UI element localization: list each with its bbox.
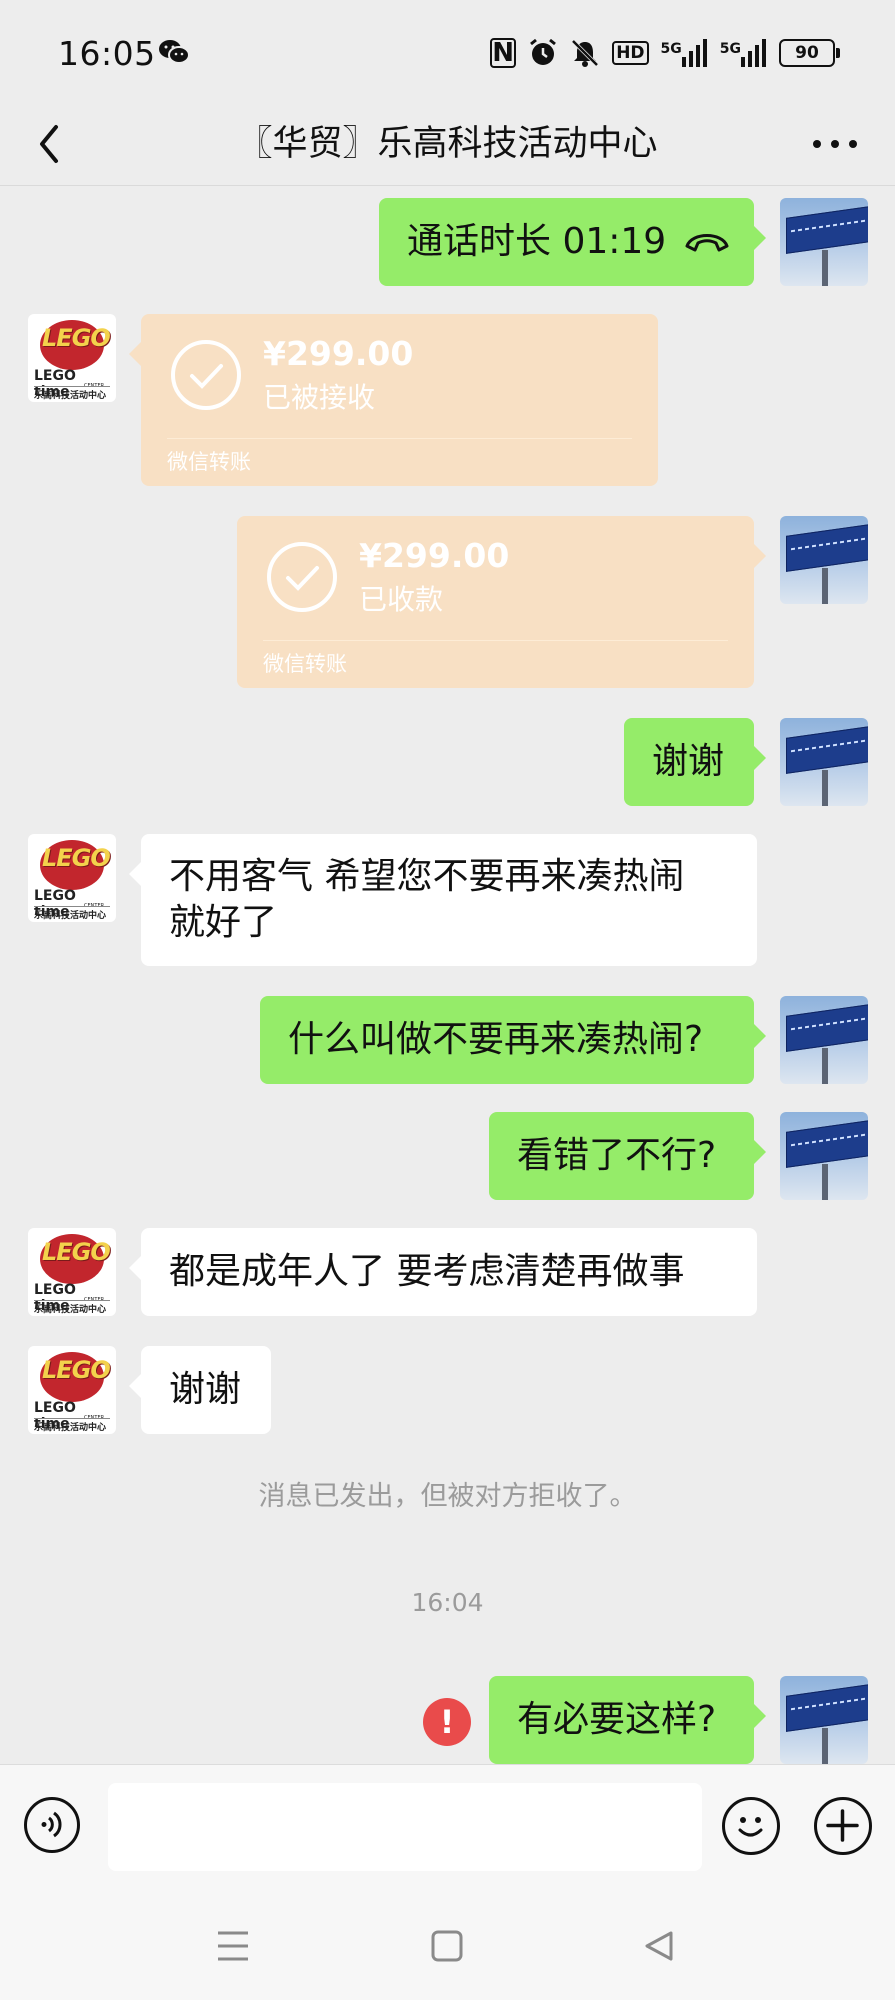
message-text: 看错了不行? <box>517 1135 717 1176</box>
message-text: 都是成年人了 要考虑清楚再做事 <box>169 1251 685 1292</box>
message-bubble[interactable]: 什么叫做不要再来凑热闹? <box>260 996 766 1084</box>
status-bar: 16:05 N HD 5G 5G 90 <box>0 0 895 105</box>
signal-icon: 5G <box>661 39 708 67</box>
alarm-icon <box>530 38 557 65</box>
plus-icon[interactable] <box>814 1797 872 1855</box>
check-icon <box>171 340 241 410</box>
transfer-card[interactable]: ¥299.00 已收款 微信转账 <box>237 516 766 688</box>
error-icon[interactable]: ! <box>423 1698 471 1746</box>
my-avatar[interactable] <box>780 198 868 286</box>
message-input[interactable] <box>108 1783 702 1871</box>
my-avatar[interactable] <box>780 996 868 1084</box>
message-bubble[interactable]: 谢谢 <box>624 718 766 806</box>
message-text: 什么叫做不要再来凑热闹? <box>288 1019 704 1060</box>
transfer-footer: 微信转账 <box>167 450 251 474</box>
check-icon <box>267 542 337 612</box>
call-bubble[interactable]: 通话时长 01:19 <box>379 198 766 286</box>
battery-icon: 90 <box>779 39 840 67</box>
hd-icon: HD <box>612 41 649 65</box>
transfer-status: 已被接收 <box>263 381 376 414</box>
status-icons: N HD 5G 5G 90 <box>490 34 840 72</box>
input-bar <box>0 1764 895 1895</box>
timestamp: 16:04 <box>411 1588 484 1617</box>
message-list[interactable]: 通话时长 01:19 LEGO LEGO time CENTER 乐高科技活动中… <box>0 186 895 1764</box>
system-notice: 消息已发出，但被对方拒收了。 <box>258 1481 637 1512</box>
my-avatar[interactable] <box>780 516 868 604</box>
message-bubble[interactable]: 看错了不行? <box>489 1112 766 1200</box>
transfer-card[interactable]: ¥299.00 已被接收 微信转账 <box>129 314 658 486</box>
transfer-amount: ¥299.00 <box>263 334 414 373</box>
my-avatar[interactable] <box>780 1676 868 1764</box>
message-bubble[interactable]: 都是成年人了 要考虑清楚再做事 <box>129 1228 757 1316</box>
chat-title: 〖华贸〗乐高科技活动中心 <box>237 124 658 164</box>
phone-icon <box>685 234 729 252</box>
status-time: 16:05 <box>58 34 156 73</box>
home-icon[interactable] <box>431 1930 463 1962</box>
contact-avatar[interactable]: LEGO LEGO time CENTER 乐高科技活动中心 <box>28 834 116 922</box>
message-bubble[interactable]: 不用客气 希望您不要再来凑热闹 就好了 <box>129 834 757 966</box>
nfc-icon: N <box>490 38 517 68</box>
message-text: 有必要这样? <box>517 1699 717 1740</box>
signal-icon: 5G <box>720 39 767 67</box>
message-bubble[interactable]: 谢谢 <box>129 1346 271 1434</box>
contact-avatar[interactable]: LEGO LEGO time CENTER 乐高科技活动中心 <box>28 314 116 402</box>
more-icon[interactable] <box>805 119 865 169</box>
contact-avatar[interactable]: LEGO LEGO time CENTER 乐高科技活动中心 <box>28 1346 116 1434</box>
back-triangle-icon[interactable] <box>643 1930 675 1962</box>
message-text: 就好了 <box>169 902 278 943</box>
voice-icon[interactable] <box>24 1797 80 1853</box>
message-text: 谢谢 <box>169 1369 242 1410</box>
transfer-amount: ¥299.00 <box>359 536 510 575</box>
transfer-status: 已收款 <box>359 583 444 616</box>
message-text: 不用客气 希望您不要再来凑热闹 <box>169 856 685 897</box>
call-duration: 通话时长 01:19 <box>407 221 667 262</box>
contact-avatar[interactable]: LEGO LEGO time CENTER 乐高科技活动中心 <box>28 1228 116 1316</box>
transfer-footer: 微信转账 <box>263 652 347 676</box>
my-avatar[interactable] <box>780 718 868 806</box>
mute-icon <box>571 39 599 67</box>
emoji-icon[interactable] <box>722 1797 780 1855</box>
message-bubble[interactable]: 有必要这样? <box>489 1676 766 1764</box>
chat-header: 〖华贸〗乐高科技活动中心 <box>0 105 895 186</box>
menu-icon[interactable] <box>216 1930 250 1962</box>
my-avatar[interactable] <box>780 1112 868 1200</box>
wechat-icon <box>158 38 190 70</box>
message-text: 谢谢 <box>652 741 725 782</box>
system-navigation <box>0 1894 895 2000</box>
